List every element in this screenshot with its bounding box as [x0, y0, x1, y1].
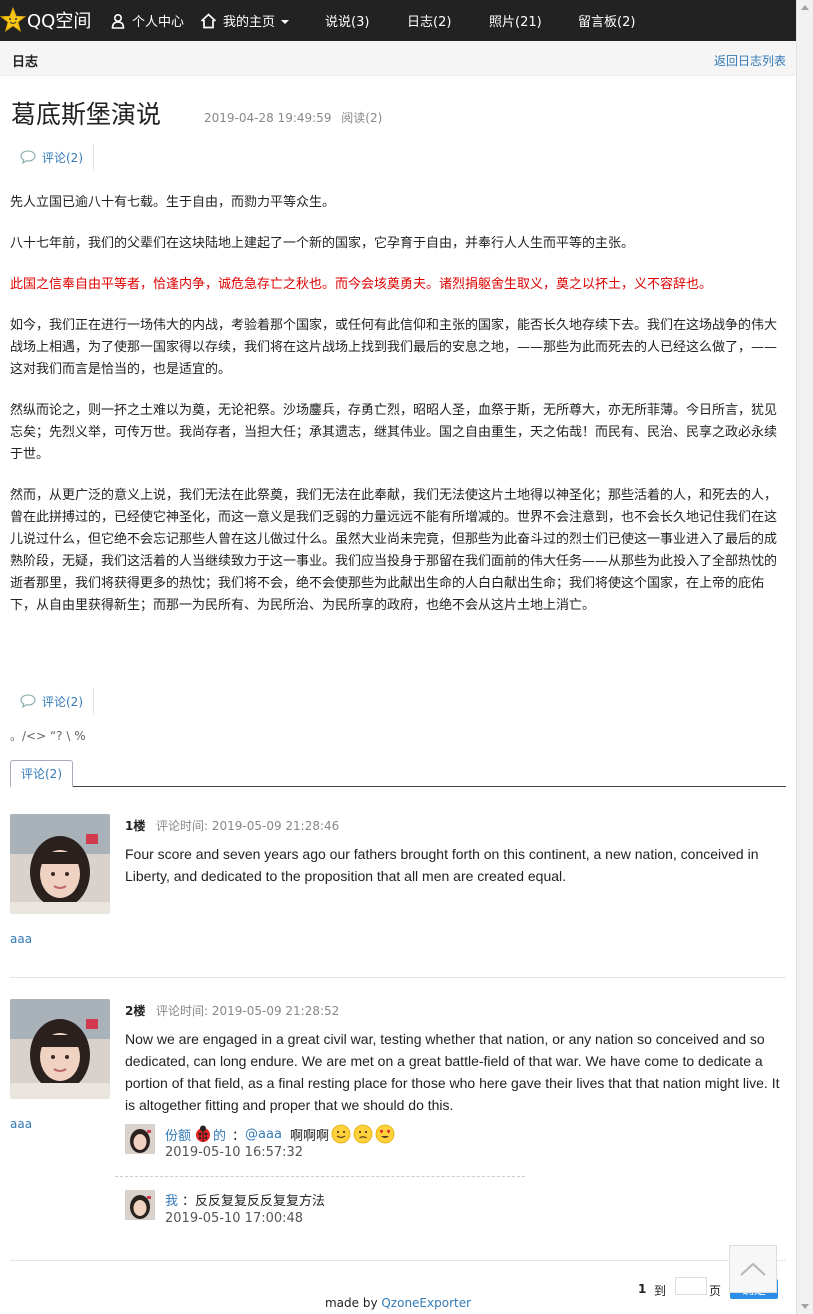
heart-eyes-emoji [375, 1124, 395, 1144]
nav-personal-center[interactable]: 个人中心 [110, 0, 184, 41]
nav-guestbook-label: 留言板(2) [578, 15, 636, 30]
comment-button-label: 评论(2) [42, 150, 83, 165]
reply-text: 啊啊啊 [289, 1128, 329, 1144]
top-navbar: QQ空间 个人中心 我的主页 说说(3) 日志(2) 照片(21) 留言板(2) [0, 0, 796, 41]
speech-bubble-icon [20, 694, 36, 708]
reply-line: 我 ：反反复复反反复复方法 [165, 1190, 325, 1209]
chevron-up-icon [740, 1262, 766, 1276]
nav-blog-label: 日志(2) [407, 15, 452, 30]
paragraph: 八十七年前，我们的父辈们在这块陆地上建起了一个新的国家，它孕育于自由，并奉行人人… [10, 236, 635, 251]
footer-prefix: made by [324, 1296, 382, 1310]
nav-blog[interactable]: 日志(2) [407, 0, 451, 41]
scroll-up-arrow-icon[interactable] [801, 5, 809, 10]
reply-time: 2019-05-10 16:57:32 [165, 1145, 304, 1160]
tab-comments[interactable]: 评论(2) [10, 760, 73, 787]
reply-avatar [125, 1190, 155, 1220]
speech-bubble-icon [20, 150, 36, 164]
footer-link[interactable]: QzoneExporter [381, 1296, 471, 1310]
reply-avatar [125, 1124, 155, 1154]
nav-my-home[interactable]: 我的主页 [200, 0, 290, 41]
star-logo-icon [0, 7, 26, 32]
reply-text: ：反反复复反反复复方法 [182, 1194, 326, 1209]
nav-photos[interactable]: 照片(21) [489, 0, 542, 41]
article-body: 先人立国已逾八十有七载。生于自由，而勠力平等众生。 八十七年前，我们的父辈们在这… [10, 192, 786, 636]
comment-floor: 2楼 [125, 1004, 146, 1018]
reply-line: 份额 的 ： @aaa 啊啊啊 [165, 1124, 395, 1144]
reply-separator: ： [232, 1128, 246, 1144]
reply-user-suffix[interactable]: 的 [213, 1125, 226, 1144]
footer: made by QzoneExporter [0, 1296, 796, 1310]
home-icon [200, 12, 217, 28]
paragraph: 然而，从更广泛的意义上说，我们无法在此祭奠，我们无法在此奉献，我们无法使这片土地… [10, 488, 778, 613]
post-datetime: 2019-04-28 19:49:59 [204, 111, 332, 125]
paragraph: 先人立国已逾八十有七载。生于自由，而勠力平等众生。 [10, 195, 336, 210]
nav-shuoshuo[interactable]: 说说(3) [325, 0, 369, 41]
current-page-number[interactable]: 1 [638, 1282, 646, 1296]
reply-divider [115, 1176, 525, 1177]
comment-button-bottom[interactable]: 评论(2) [10, 688, 94, 714]
paragraph: 然纵而论之，则一抔之土难以为奠，无论祀祭。沙场鏖兵，存勇亡烈，昭昭人圣，血祭于斯… [10, 403, 778, 462]
comment-text: Four score and seven years ago our fathe… [125, 846, 759, 884]
chevron-down-icon [281, 19, 290, 24]
nav-personal-center-label: 个人中心 [132, 15, 185, 30]
user-icon [111, 13, 125, 29]
comment-text: Now we are engaged in a great civil war,… [125, 1031, 780, 1113]
comment-button-top[interactable]: 评论(2) [10, 144, 94, 170]
ladybug-icon [196, 1125, 211, 1142]
vertical-scrollbar[interactable] [796, 0, 813, 1314]
reply-user[interactable]: 我 [165, 1190, 178, 1209]
section-title: 日志 [12, 55, 39, 70]
post-meta: 2019-04-28 19:49:59 阅读(2) [204, 109, 388, 126]
avatar [10, 814, 110, 914]
post-read-count: 阅读(2) [341, 111, 383, 125]
sad-emoji [353, 1124, 373, 1144]
divider [10, 1260, 786, 1261]
page-number-input[interactable] [675, 1277, 707, 1295]
comment-author[interactable]: aaa [10, 932, 32, 946]
comment-time: 评论时间: 2019-05-09 21:28:46 [156, 819, 340, 833]
comment-button-label: 评论(2) [42, 694, 83, 709]
reply-time: 2019-05-10 17:00:48 [165, 1211, 304, 1226]
special-characters-text: 。/<> “? \ % [10, 729, 86, 743]
comment-floor: 1楼 [125, 819, 146, 833]
nav-shuoshuo-label: 说说(3) [325, 15, 370, 30]
nav-photos-label: 照片(21) [489, 15, 542, 30]
paragraph-highlighted: 此国之信奉自由平等者，恰逢内争，诚危急存亡之秋也。而今会垓奠勇夫。诸烈捐躯舍生取… [10, 277, 713, 292]
scroll-down-arrow-icon[interactable] [801, 1304, 809, 1309]
reply-mention[interactable]: @aaa [245, 1127, 282, 1142]
comments-tabbar: 评论(2) [10, 760, 786, 787]
slight-smile-emoji [331, 1124, 351, 1144]
divider [10, 977, 786, 978]
nav-guestbook[interactable]: 留言板(2) [578, 0, 635, 41]
nav-my-home-label: 我的主页 [223, 15, 276, 30]
brand-label: QQ空间 [27, 11, 92, 32]
paragraph: 如今，我们正在进行一场伟大的内战，考验着那个国家，或任何有此信仰和主张的国家，能… [10, 318, 778, 377]
comment-time: 评论时间: 2019-05-09 21:28:52 [156, 1004, 340, 1018]
section-header: 日志 返回日志列表 [0, 41, 796, 76]
avatar [10, 999, 110, 1099]
post-title: 葛底斯堡演说 [11, 100, 162, 129]
back-to-top-button[interactable] [729, 1245, 777, 1293]
back-to-blog-list-link[interactable]: 返回日志列表 [714, 52, 786, 69]
comment-author[interactable]: aaa [10, 1117, 32, 1131]
brand[interactable]: QQ空间 [0, 6, 91, 34]
reply-user[interactable]: 份额 [165, 1125, 191, 1144]
